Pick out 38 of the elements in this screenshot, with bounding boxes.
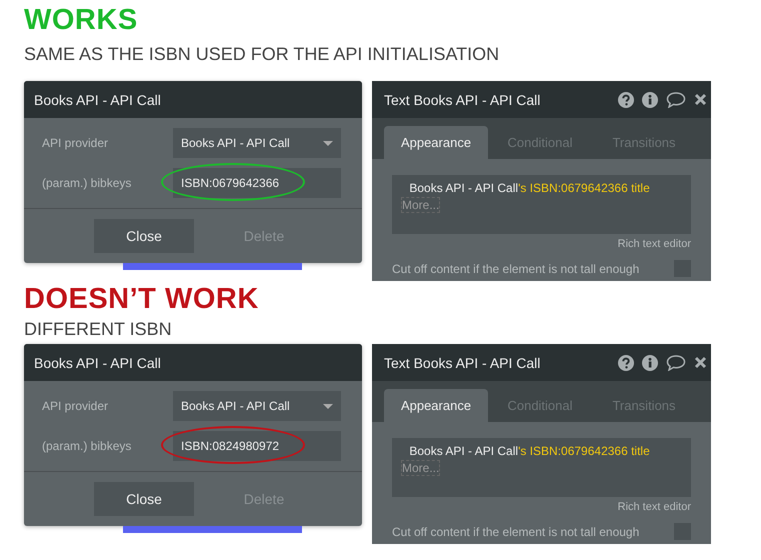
- tab[interactable]: Appearance: [384, 389, 488, 422]
- section-subheading: SAME AS THE ISBN USED FOR THE API INITIALISATION: [24, 43, 500, 65]
- close-icon[interactable]: [694, 93, 707, 106]
- caret-icon: [323, 404, 333, 408]
- close-icon[interactable]: [694, 356, 707, 369]
- editor-title: Text Books API - API Call: [384, 92, 542, 108]
- close-button[interactable]: Close: [94, 482, 194, 516]
- comment-icon[interactable]: [666, 92, 686, 108]
- info-icon[interactable]: [642, 92, 658, 108]
- comment-icon[interactable]: [666, 354, 686, 370]
- rich-text-input[interactable]: Books API - API Call's ISBN:0679642366 title More...: [392, 438, 691, 497]
- rich-text-editor-link[interactable]: Rich text editor: [618, 238, 691, 250]
- more-link[interactable]: More...: [401, 460, 440, 476]
- more-link[interactable]: More...: [401, 197, 440, 213]
- field-label: API provider: [42, 136, 110, 150]
- option-label: Cut off content if the element is not tall enough: [392, 524, 640, 538]
- tab[interactable]: Appearance: [384, 126, 488, 159]
- option-label: Cut off content if the element is not tall enough: [392, 262, 640, 276]
- provider-dropdown[interactable]: Books API - API Call: [173, 128, 341, 158]
- info-icon[interactable]: [642, 354, 658, 370]
- provider-dropdown[interactable]: Books API - API Call: [173, 391, 341, 421]
- field-label: (param.) bibkeys: [42, 439, 132, 453]
- close-button[interactable]: Close: [94, 219, 194, 253]
- field-label: (param.) bibkeys: [42, 176, 132, 190]
- section-heading: DOESN’T WORK: [24, 282, 260, 316]
- rich-text-editor-link[interactable]: Rich text editor: [618, 501, 691, 513]
- rich-text-input[interactable]: Books API - API Call's ISBN:0679642366 title More...: [392, 175, 691, 234]
- field-label: API provider: [42, 399, 110, 413]
- caret-icon: [323, 140, 333, 146]
- help-icon[interactable]: [618, 92, 634, 108]
- section-heading: WORKS: [24, 3, 139, 37]
- help-icon[interactable]: [618, 354, 634, 370]
- input-field[interactable]: ISBN:0824980972: [173, 431, 341, 461]
- section-subheading: DIFFERENT ISBN: [24, 318, 173, 340]
- editor-title: Text Books API - API Call: [384, 354, 542, 370]
- input-field[interactable]: ISBN:0679642366: [173, 168, 341, 198]
- dialog-title: Books API - API Call: [24, 344, 362, 381]
- dialog-title: Books API - API Call: [24, 81, 362, 118]
